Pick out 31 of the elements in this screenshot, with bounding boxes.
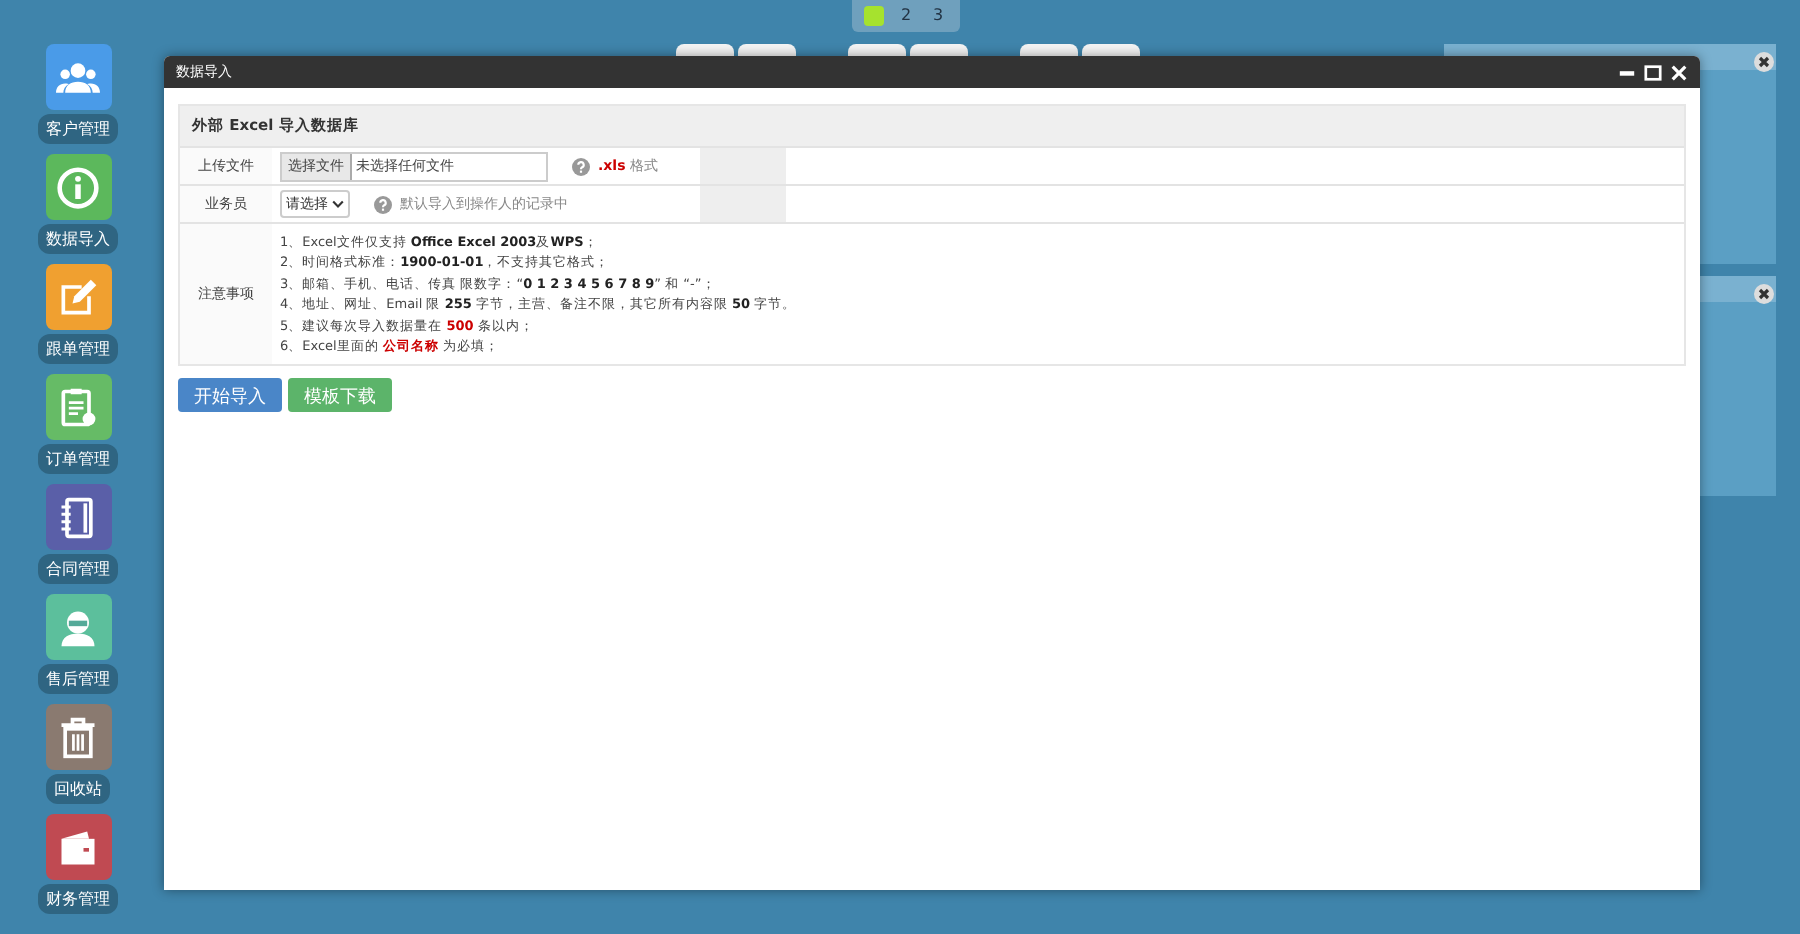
start-import-button[interactable]: 开始导入	[178, 378, 282, 412]
trash-icon	[56, 715, 100, 759]
clipboard-icon	[56, 385, 100, 429]
close-icon[interactable]	[1670, 63, 1688, 81]
app-tile[interactable]	[45, 484, 111, 550]
app-label: 客户管理	[38, 114, 118, 144]
page-tab[interactable]: 3	[928, 6, 948, 26]
app-label: 合同管理	[38, 554, 118, 584]
maximize-icon[interactable]	[1644, 63, 1662, 81]
app-tile[interactable]	[45, 264, 111, 330]
app-tile[interactable]	[45, 594, 111, 660]
help-icon	[374, 195, 392, 213]
page-tab[interactable]: 2	[896, 6, 916, 26]
app-tile[interactable]	[45, 704, 111, 770]
info-icon	[56, 165, 100, 209]
app-label: 跟单管理	[38, 334, 118, 364]
app-label: 售后管理	[38, 664, 118, 694]
close-icon[interactable]	[1754, 284, 1774, 304]
caret-icon	[332, 200, 344, 208]
close-icon[interactable]	[1754, 52, 1774, 72]
app-label: 订单管理	[38, 444, 118, 474]
app-tile[interactable]	[45, 44, 111, 110]
app-label: 回收站	[46, 774, 110, 804]
app-tile[interactable]	[45, 374, 111, 440]
app-tile[interactable]	[45, 154, 111, 220]
help-icon	[572, 157, 590, 175]
edit-icon	[56, 275, 100, 319]
app-tile[interactable]	[45, 814, 111, 880]
template-download-button[interactable]: 模板下载	[288, 378, 392, 412]
app-label: 财务管理	[38, 884, 118, 914]
app-label: 数据导入	[38, 224, 118, 254]
